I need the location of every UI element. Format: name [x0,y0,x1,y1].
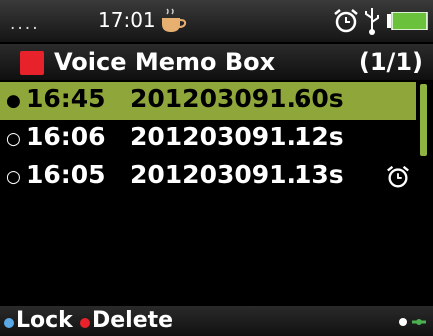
bullet-open-icon: ○ [6,129,21,149]
memo-row[interactable]: ○ 16:05 201203091.. 13s [0,158,416,196]
alarm-clock-icon [387,165,409,188]
scrollbar[interactable] [418,82,428,304]
status-bar: .... 17:01 [0,0,433,42]
page-title: Voice Memo Box [54,48,276,76]
memo-time: 16:45 [26,84,106,113]
usb-icon [365,8,379,35]
scroll-thumb[interactable] [420,84,427,156]
memo-duration: 13s [294,160,344,189]
bullet-filled-icon: ● [6,91,21,111]
memo-row[interactable]: ● 16:45 201203091.. 60s [0,82,416,120]
memo-duration: 12s [294,122,344,151]
bullet-open-icon: ○ [6,167,21,187]
memo-row[interactable]: ○ 16:06 201203091.. 12s [0,120,416,158]
dpad-icon [399,318,426,326]
red-dot-icon [80,318,90,328]
softkey-bar: Lock Delete [0,306,433,336]
title-bar: Voice Memo Box (1/1) [0,44,433,80]
memo-time: 16:05 [26,160,106,189]
page-counter: (1/1) [358,48,423,76]
lock-softkey[interactable]: Lock [16,308,73,333]
delete-softkey[interactable]: Delete [92,308,173,333]
memo-duration: 60s [294,84,344,113]
memo-list: ● 16:45 201203091.. 60s ○ 16:06 20120309… [0,82,416,196]
alarm-clock-icon [334,9,358,33]
memo-time: 16:06 [26,122,106,151]
blue-dot-icon [4,318,14,328]
red-square-icon [20,51,44,75]
signal-indicator: .... [10,14,40,34]
memo-name: 201203091.. [130,160,306,189]
coffee-cup-icon [162,8,187,32]
memo-name: 201203091.. [130,122,306,151]
battery-icon [387,12,428,30]
clock: 17:01 [98,8,156,32]
memo-name: 201203091.. [130,84,306,113]
